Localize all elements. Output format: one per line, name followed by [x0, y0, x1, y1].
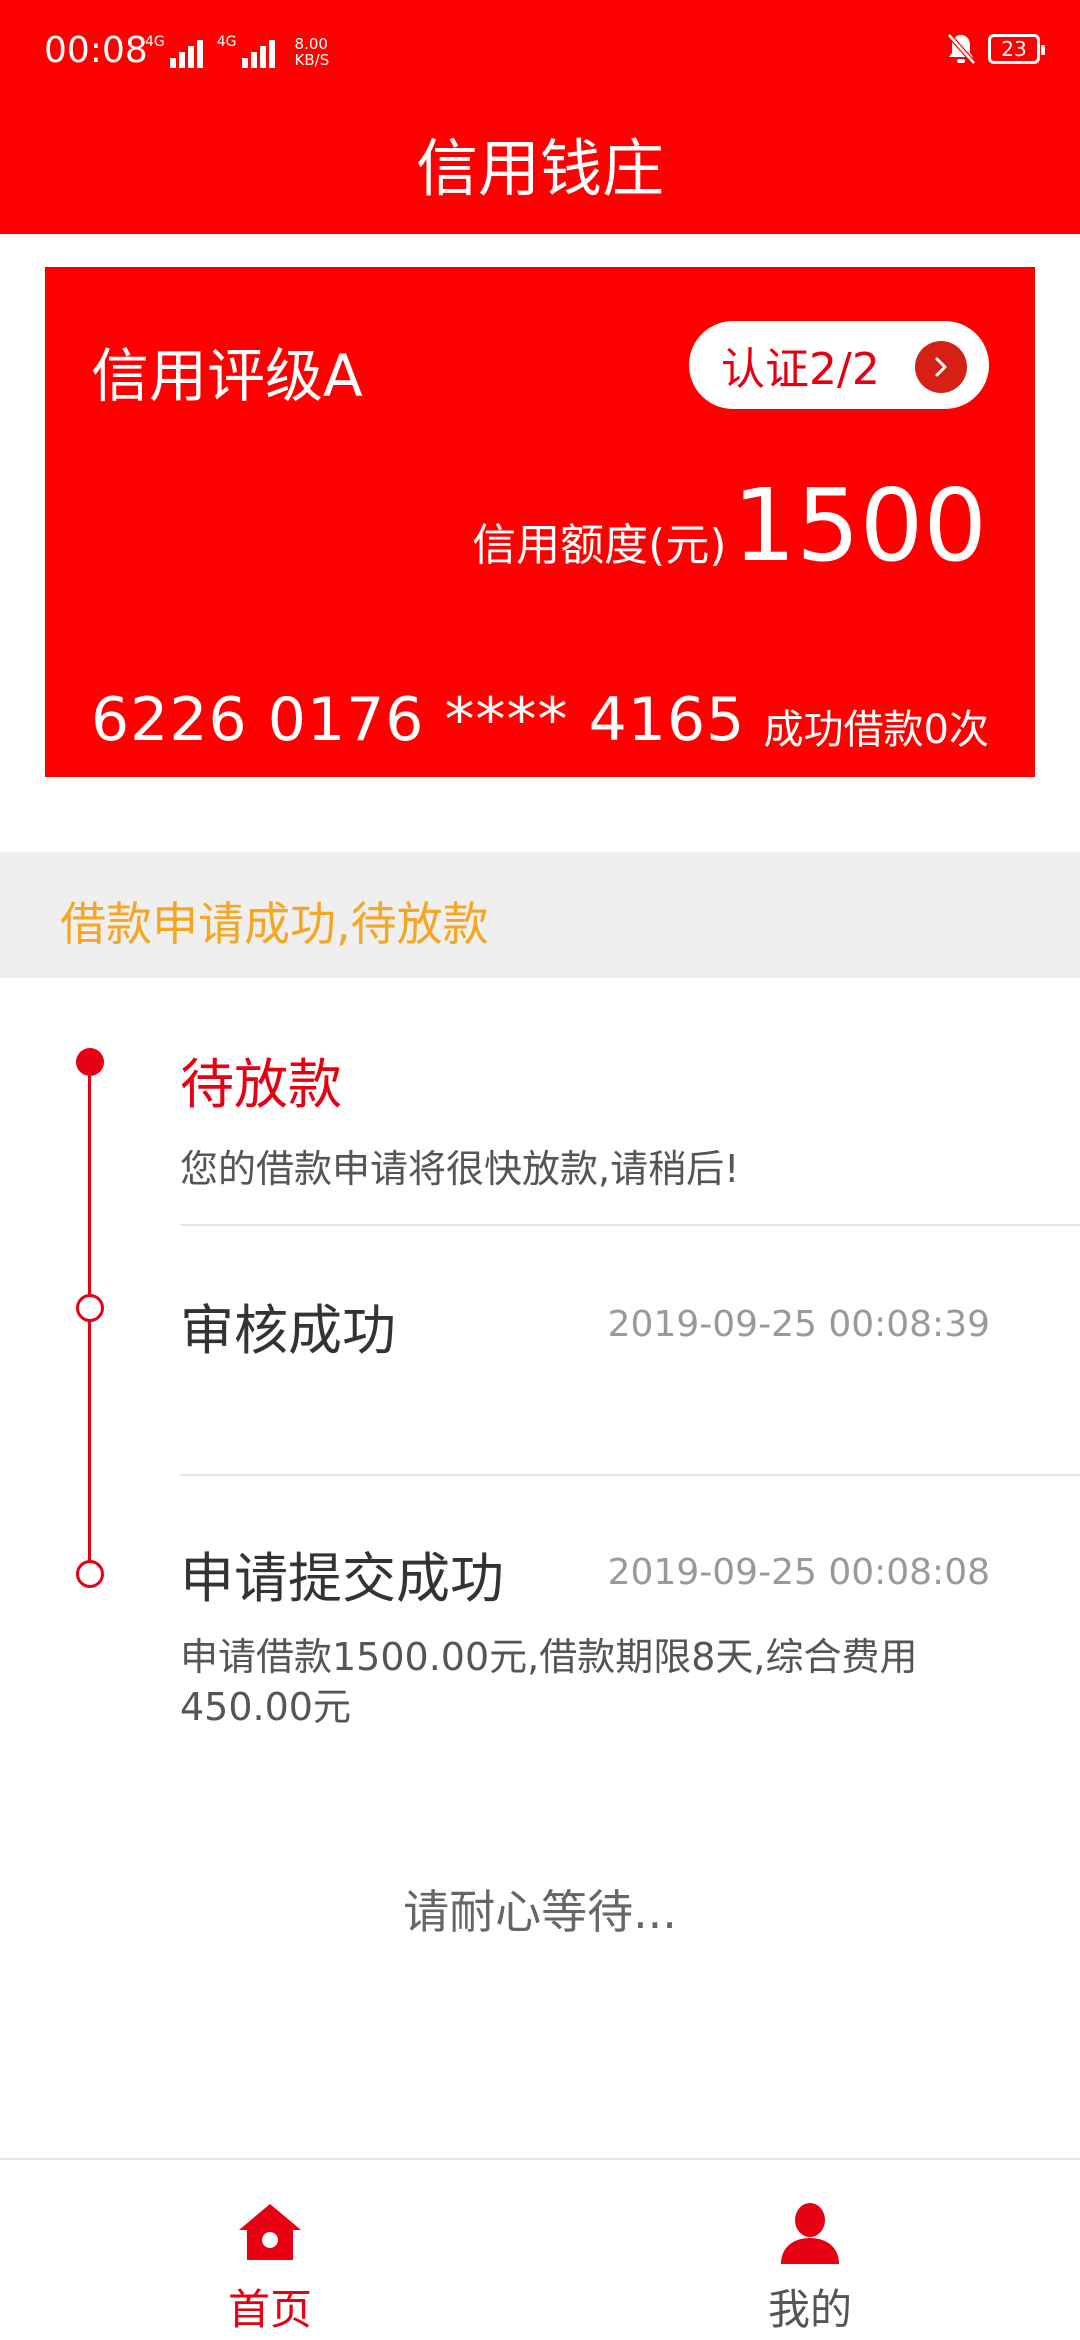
status-icons: 4G 4G 8.00 KB/S [145, 34, 329, 68]
timeline-step-title: 申请提交成功 [180, 1547, 504, 1610]
credit-limit-label: 信用额度(元) [472, 520, 727, 571]
credit-limit: 信用额度(元) 1500 [472, 467, 987, 584]
timeline-dot [76, 1294, 104, 1322]
credit-rating: 信用评级A [91, 342, 363, 410]
status-time: 00:08 [44, 30, 148, 71]
bell-muted-icon [947, 33, 976, 65]
home-icon [239, 2204, 301, 2260]
timeline-step-time: 2019-09-25 00:08:39 [607, 1304, 990, 1345]
timeline-step-desc: 申请借款1500.00元,借款期限8天,综合费用450.00元 [180, 1635, 918, 1729]
card-number: 6226 0176 **** 4165 [91, 685, 746, 755]
loan-count: 成功借款0次 [763, 707, 989, 753]
chevron-right-icon [915, 341, 967, 393]
verify-button[interactable]: 认证2/2 [689, 321, 989, 409]
user-icon [781, 2203, 839, 2264]
nav-mine-label: 我的 [767, 2285, 852, 2334]
signal-icon: 4G [145, 34, 203, 68]
nav-home[interactable]: 首页 [170, 2200, 370, 2337]
app-header: 00:08 4G 4G 8.00 KB/S 23 信用钱庄 [0, 0, 1080, 234]
divider [180, 1224, 1080, 1226]
nav-mine[interactable]: 我的 [710, 2200, 910, 2337]
credit-card: 信用评级A 认证2/2 信用额度(元) 1500 6226 0176 **** … [45, 267, 1035, 777]
wait-message: 请耐心等待... [403, 1885, 677, 1939]
timeline-step-title: 待放款 [180, 1053, 342, 1116]
timeline-dot-active [76, 1048, 104, 1076]
timeline-step-desc: 您的借款申请将很快放款,请稍后! [180, 1147, 740, 1191]
loan-status-banner: 借款申请成功,待放款 [0, 852, 1080, 978]
timeline-step-time: 2019-09-25 00:08:08 [607, 1552, 990, 1593]
verify-label: 认证2/2 [721, 344, 880, 395]
divider [180, 1474, 1080, 1476]
credit-limit-value: 1500 [732, 467, 988, 584]
nav-home-label: 首页 [227, 2285, 312, 2334]
battery-icon: 23 [988, 34, 1045, 64]
page-title: 信用钱庄 [415, 132, 664, 205]
network-type-1: 4G [145, 34, 165, 50]
network-speed: 8.00 KB/S [294, 35, 330, 69]
signal-icon-2: 4G [217, 34, 275, 68]
battery-level: 23 [1001, 37, 1027, 61]
status-right: 23 [946, 32, 1045, 66]
network-type-2: 4G [216, 34, 237, 50]
bottom-nav: 首页 我的 [0, 2158, 1080, 2340]
timeline-dot [76, 1560, 104, 1588]
timeline-step-title: 审核成功 [180, 1299, 396, 1362]
loan-timeline: 待放款 您的借款申请将很快放款,请稍后! 审核成功 2019-09-25 00:… [0, 978, 1080, 1778]
loan-status-text: 借款申请成功,待放款 [60, 897, 489, 951]
